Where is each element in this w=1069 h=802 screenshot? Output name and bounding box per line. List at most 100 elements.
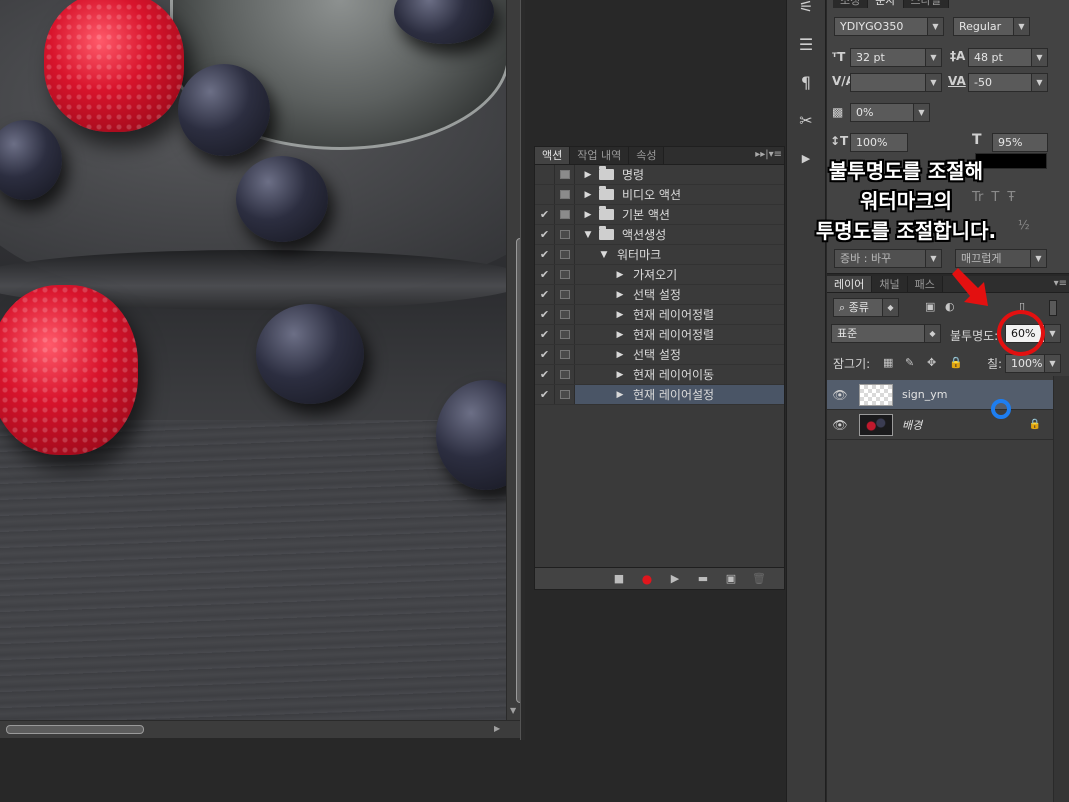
tsume-field[interactable]: 0% ▼	[850, 103, 930, 122]
collapsed-triangle-icon[interactable]: ▶	[613, 270, 627, 280]
collapsed-triangle-icon[interactable]: ▶	[581, 170, 595, 180]
kerning-field[interactable]: ▼	[850, 73, 942, 92]
dialog-toggle[interactable]	[555, 185, 575, 204]
dialog-toggle[interactable]	[555, 245, 575, 264]
tab-actions[interactable]: 액션	[535, 147, 571, 164]
filter-kind-select[interactable]: ⌕ 종류 ◆	[833, 298, 899, 317]
action-row[interactable]: ✔ ▼ 액션생성	[535, 225, 784, 245]
filter-toggle[interactable]	[1049, 300, 1057, 316]
new-set-folder-icon[interactable]: ▬	[696, 572, 710, 585]
action-row[interactable]: ✔ ▶ 선택 설정	[535, 285, 784, 305]
action-toggle-check[interactable]: ✔	[535, 365, 555, 384]
adjustments-icon[interactable]: ⚟	[793, 0, 819, 20]
dialog-toggle[interactable]	[555, 345, 575, 364]
collapsed-triangle-icon[interactable]: ▶	[613, 290, 627, 300]
tab-history[interactable]: 작업 내역	[570, 147, 630, 164]
collapsed-triangle-icon[interactable]: ▶	[613, 370, 627, 380]
layer-row[interactable]: 👁 배경 🔒	[827, 410, 1053, 440]
layer-name[interactable]: 배경	[902, 417, 922, 433]
action-toggle-check[interactable]: ✔	[535, 205, 555, 224]
action-row[interactable]: ✔ ▶ 현재 레이어이동	[535, 365, 784, 385]
tab-channels[interactable]: 채널	[872, 276, 908, 292]
play-icon[interactable]: ▶	[668, 572, 682, 585]
tracking-field[interactable]: -50 ▼	[968, 73, 1048, 92]
collapsed-triangle-icon[interactable]: ▶	[581, 210, 595, 220]
stop-icon[interactable]: ■	[612, 572, 626, 585]
lock-brush-icon[interactable]: ✎	[905, 356, 914, 369]
action-row[interactable]: ✔ ▼ 워터마크	[535, 245, 784, 265]
layer-name[interactable]: sign_ym	[902, 388, 947, 401]
horizontal-scrollbar[interactable]: ▶	[0, 720, 520, 738]
tab-layers[interactable]: 레이어	[827, 276, 873, 292]
tab-character[interactable]: 문자	[868, 0, 904, 8]
panel-menu-icon[interactable]: ▾≡	[1054, 278, 1067, 289]
document-canvas[interactable]	[0, 0, 506, 720]
new-action-icon[interactable]: ▣	[724, 572, 738, 585]
action-toggle-check[interactable]: ✔	[535, 245, 555, 264]
tab-styles[interactable]: 스타일	[903, 0, 949, 8]
dialog-toggle[interactable]	[555, 225, 575, 244]
lock-all-icon[interactable]: 🔒	[949, 356, 963, 369]
action-toggle-check[interactable]: ✔	[535, 385, 555, 404]
paragraph-icon[interactable]: ¶	[793, 70, 819, 96]
action-row[interactable]: ✔ ▶ 현재 레이어정렬	[535, 325, 784, 345]
eye-icon[interactable]: 👁	[827, 388, 853, 402]
layer-row[interactable]: 👁 sign_ym	[827, 380, 1053, 410]
font-family-select[interactable]: YDIYGO350 ▼	[834, 17, 944, 36]
dialog-toggle[interactable]	[555, 305, 575, 324]
action-row[interactable]: ▶ 비디오 액션	[535, 185, 784, 205]
action-toggle-check[interactable]	[535, 165, 555, 184]
dialog-toggle[interactable]	[555, 205, 575, 224]
tab-adjustments[interactable]: 조정	[833, 0, 869, 8]
expanded-triangle-icon[interactable]: ▼	[581, 230, 595, 240]
action-row[interactable]: ✔ ▶ 현재 레이어정렬	[535, 305, 784, 325]
collapsed-triangle-icon[interactable]: ▶	[613, 350, 627, 360]
action-toggle-check[interactable]: ✔	[535, 305, 555, 324]
blend-mode-select[interactable]: 표준 ◆	[831, 324, 941, 343]
action-row[interactable]: ▶ 명령	[535, 165, 784, 185]
action-toggle-check[interactable]: ✔	[535, 345, 555, 364]
action-toggle-check[interactable]	[535, 185, 555, 204]
pixel-filter-icon[interactable]: ▣	[925, 300, 935, 313]
horizontal-scale-field[interactable]: 95%	[992, 133, 1048, 152]
dialog-toggle[interactable]	[555, 385, 575, 404]
leading-field[interactable]: 48 pt ▼	[968, 48, 1048, 67]
vertical-scrollbar[interactable]: ▼	[506, 0, 524, 720]
tab-paths[interactable]: 패스	[907, 276, 943, 292]
action-row[interactable]: ✔ ▶ 선택 설정	[535, 345, 784, 365]
eye-icon[interactable]: 👁	[827, 418, 853, 432]
expanded-triangle-icon[interactable]: ▼	[597, 250, 611, 260]
record-icon[interactable]: ●	[640, 572, 654, 586]
dialog-toggle[interactable]	[555, 265, 575, 284]
action-row[interactable]: ✔ ▶ 가져오기	[535, 265, 784, 285]
action-toggle-check[interactable]: ✔	[535, 325, 555, 344]
action-toggle-check[interactable]: ✔	[535, 285, 555, 304]
collapsed-triangle-icon[interactable]: ▶	[613, 390, 627, 400]
action-toggle-check[interactable]: ✔	[535, 265, 555, 284]
dialog-toggle[interactable]	[555, 365, 575, 384]
scroll-thumb[interactable]	[6, 725, 144, 734]
dialog-toggle[interactable]	[555, 165, 575, 184]
scroll-down-icon[interactable]: ▼	[510, 706, 516, 715]
dialog-toggle[interactable]	[555, 325, 575, 344]
dialog-toggle[interactable]	[555, 285, 575, 304]
panel-menu-icon[interactable]: ▸▸|▾≡	[755, 149, 782, 160]
language-select[interactable]: 증바 : 바꾸 ▼	[834, 249, 942, 268]
collapsed-triangle-icon[interactable]: ▶	[613, 330, 627, 340]
collapsed-triangle-icon[interactable]: ▶	[613, 310, 627, 320]
font-size-field[interactable]: 32 pt ▼	[850, 48, 942, 67]
collapsed-triangle-icon[interactable]: ▶	[581, 190, 595, 200]
delete-icon[interactable]: 🗑	[752, 572, 766, 585]
tool-presets-icon[interactable]: ✂	[793, 108, 819, 134]
scroll-right-icon[interactable]: ▶	[494, 724, 500, 733]
action-toggle-check[interactable]: ✔	[535, 225, 555, 244]
fill-field[interactable]: 100% ▼	[1005, 354, 1061, 373]
tab-properties[interactable]: 속성	[629, 147, 665, 164]
lock-position-icon[interactable]: ✥	[927, 356, 936, 369]
layers-scrollbar[interactable]	[1053, 376, 1069, 802]
font-style-select[interactable]: Regular ▼	[953, 17, 1030, 36]
lock-transparent-icon[interactable]: ▦	[883, 356, 893, 369]
action-row[interactable]: ✔ ▶ 기본 액션	[535, 205, 784, 225]
vertical-scale-field[interactable]: 100%	[850, 133, 908, 152]
paragraph-styles-icon[interactable]: ☰	[793, 32, 819, 58]
